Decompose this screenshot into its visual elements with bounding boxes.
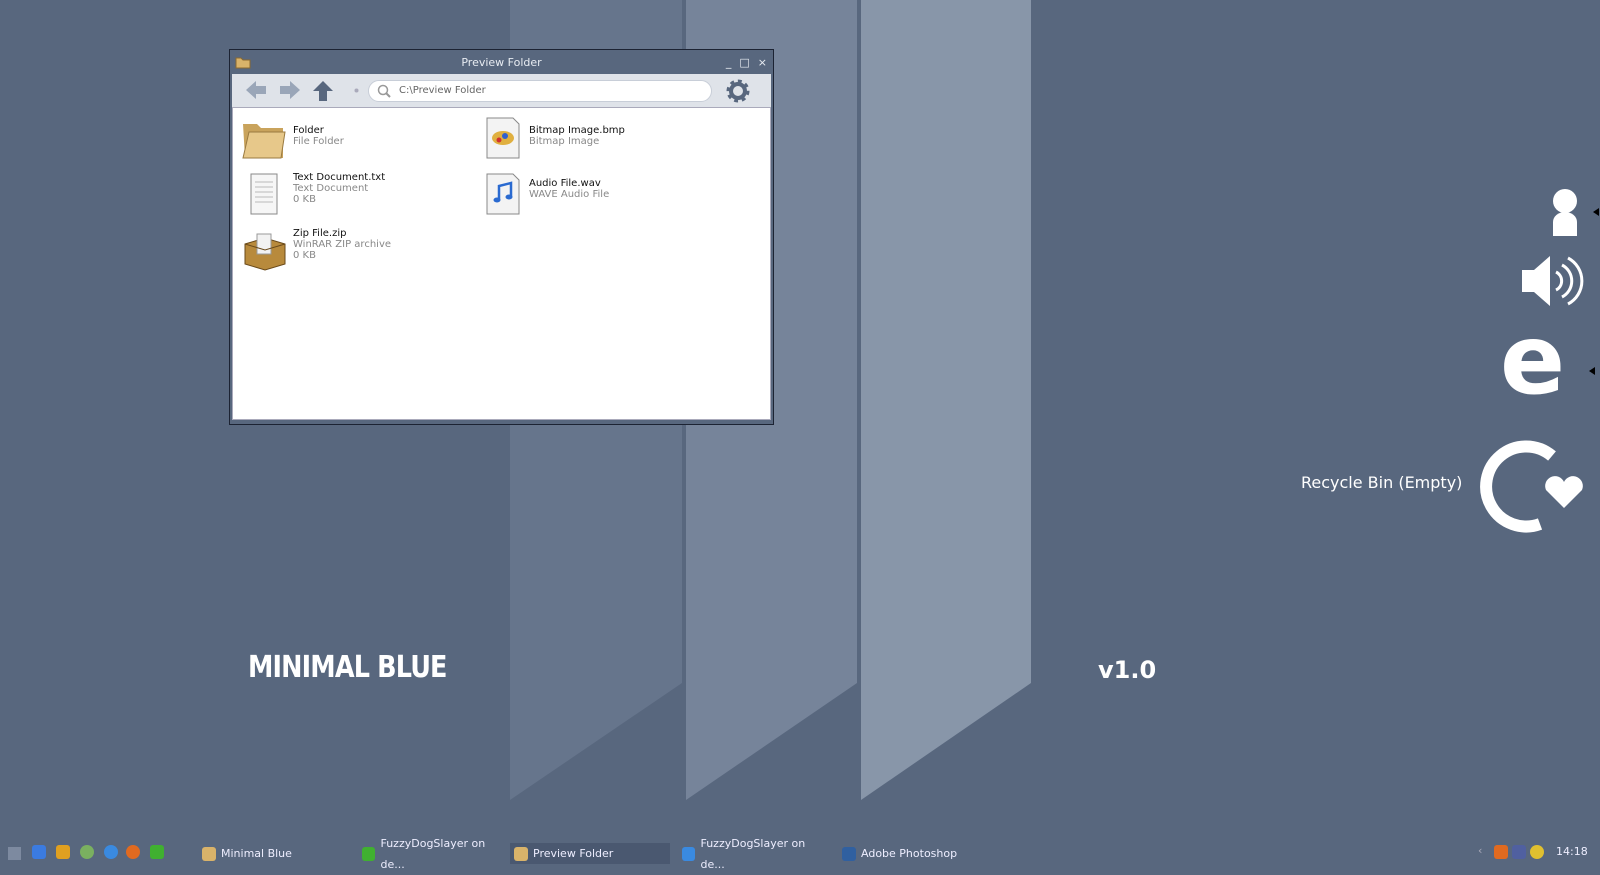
file-name: Text Document.txt [293,172,386,183]
folder-icon [235,57,251,69]
text-file-icon [250,173,278,215]
folder-icon [514,846,528,861]
task-adobe-photoshop[interactable]: Adobe Photoshop [838,843,988,864]
forward-arrow-icon[interactable] [278,80,302,100]
network-icon[interactable] [1512,845,1526,859]
file-size: 0 KB [293,250,316,261]
toolbar: C:\Preview Folder [232,74,771,107]
back-arrow-icon[interactable] [244,80,268,100]
file-type: File Folder [293,136,344,147]
file-type: Bitmap Image [529,136,600,147]
task-fuzzydogslayer-1[interactable]: FuzzyDogSlayer on de... [358,837,508,871]
title-bar[interactable]: Preview Folder _ □ × [232,52,771,74]
file-type: WAVE Audio File [529,189,610,200]
ie-quicklaunch-icon[interactable] [32,845,46,859]
task-preview-folder[interactable]: Preview Folder [510,843,670,864]
maximize-button[interactable]: □ [739,52,749,74]
file-item[interactable]: Text Document.txt Text Document 0 KB [241,172,385,216]
tray-s-icon[interactable] [1530,845,1544,859]
dog-app-icon [362,846,376,861]
ie-icon[interactable] [104,845,118,859]
address-text: C:\Preview Folder [399,85,486,96]
file-item[interactable]: Folder File Folder [241,116,344,160]
address-bar[interactable]: C:\Preview Folder [368,80,712,102]
internet-explorer-icon[interactable]: e [1500,312,1565,408]
up-arrow-icon[interactable] [312,80,334,102]
tray-agent-icon[interactable] [1494,845,1508,859]
file-type: WinRAR ZIP archive [293,239,392,250]
messenger-icon[interactable] [56,845,70,859]
task-label: Preview Folder [533,847,614,860]
media-player-icon[interactable] [80,845,94,859]
dot-icon [354,88,359,93]
paint-icon [486,117,520,159]
file-item[interactable]: Bitmap Image.bmp Bitmap Image [483,116,625,160]
task-minimal-blue[interactable]: Minimal Blue [198,843,348,864]
task-label: FuzzyDogSlayer on de... [700,836,806,871]
version-label: v1.0 [1098,656,1157,684]
file-name: Zip File.zip [293,228,347,239]
recycle-bin-icon[interactable] [1480,438,1590,538]
show-desktop-icon[interactable] [8,847,21,860]
file-item[interactable]: Audio File.wav WAVE Audio File [483,172,609,216]
explorer-window: Preview Folder _ □ × C:\Preview Folder F… [229,49,774,425]
taskbar: Minimal Blue FuzzyDogSlayer on de... Pre… [0,837,1600,871]
file-name: Folder [293,125,324,136]
search-icon [377,84,391,98]
arrow-marker-icon [1589,367,1595,375]
brand-title: MINIMAL BLUE [248,650,447,685]
task-label: Adobe Photoshop [861,847,958,860]
file-type: Text Document [293,183,369,194]
close-button[interactable]: × [758,52,767,74]
gear-icon[interactable] [725,78,751,104]
file-name: Audio File.wav [529,178,601,189]
photoshop-icon [842,846,856,861]
minimize-button[interactable]: _ [726,52,732,74]
task-fuzzydogslayer-2[interactable]: FuzzyDogSlayer on de... [678,837,828,871]
firefox-icon[interactable] [126,845,140,859]
file-name: Bitmap Image.bmp [529,125,625,136]
zip-box-icon [244,233,286,271]
task-label: FuzzyDogSlayer on de... [380,836,486,871]
recycle-bin-label[interactable]: Recycle Bin (Empty) [1301,473,1462,492]
file-size: 0 KB [293,194,316,205]
user-icon[interactable] [1540,188,1600,240]
task-label: Minimal Blue [221,847,292,860]
window-title: Preview Folder [461,56,542,69]
tray-expand-button[interactable]: ‹ [1478,844,1482,857]
ie-page-icon [682,846,696,861]
folder-icon [202,846,216,861]
volume-icon[interactable] [1520,252,1590,310]
folder-icon [242,124,286,159]
audio-file-icon [486,173,520,215]
clock[interactable]: 14:18 [1556,845,1588,858]
file-item[interactable]: Zip File.zip WinRAR ZIP archive 0 KB [241,228,391,272]
file-list: Folder File Folder Bitmap Image.bmp Bitmap… [232,107,771,420]
dog-app-icon[interactable] [150,845,164,859]
